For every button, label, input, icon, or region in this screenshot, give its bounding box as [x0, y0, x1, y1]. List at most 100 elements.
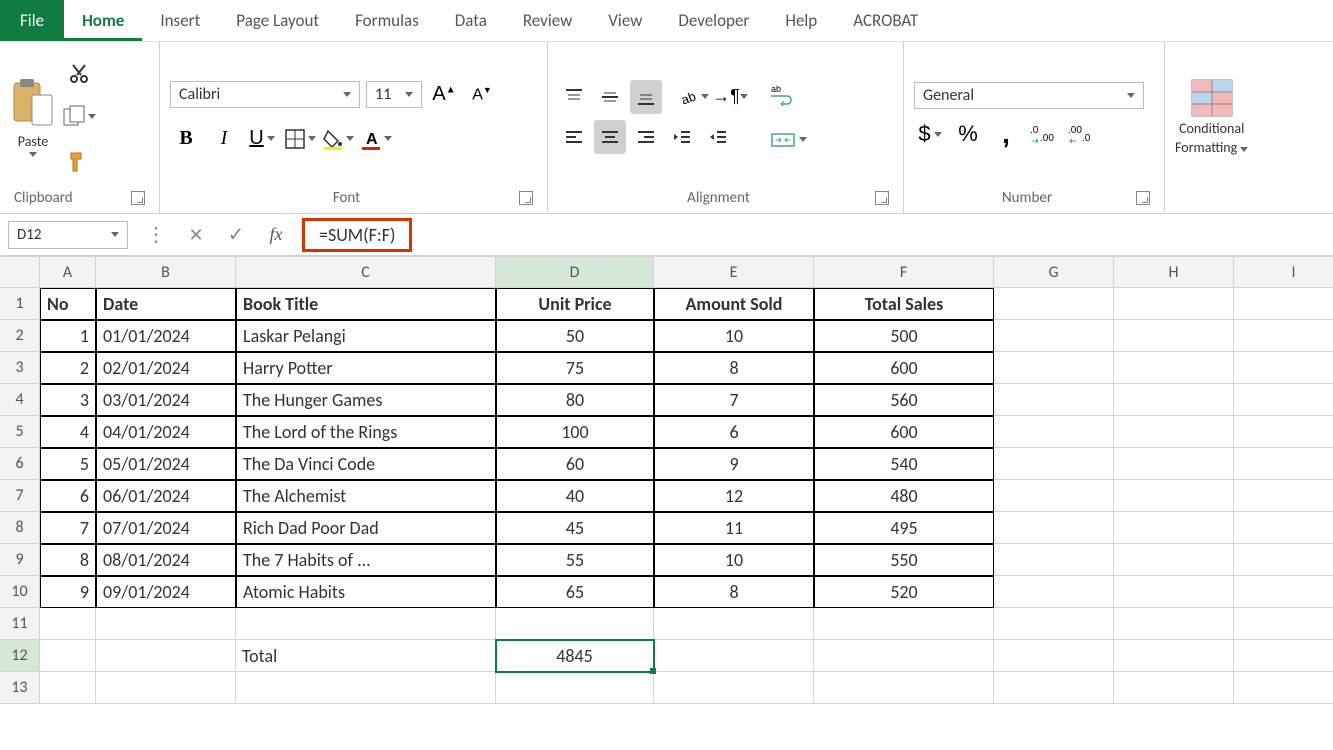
paste-button[interactable]: Paste — [10, 77, 56, 157]
cell-B9[interactable]: 08/01/2024 — [96, 544, 236, 576]
tab-file[interactable]: File — [0, 0, 64, 41]
cell-B1[interactable]: Date — [96, 288, 236, 320]
dialog-launcher[interactable] — [875, 191, 889, 205]
cell-C9[interactable]: The 7 Habits of ... — [236, 544, 496, 576]
tab-home[interactable]: Home — [64, 0, 142, 41]
cell-I5[interactable] — [1234, 416, 1333, 448]
cell-A2[interactable]: 1 — [40, 320, 96, 352]
cell-C5[interactable]: The Lord of the Rings — [236, 416, 496, 448]
show-formatting-button[interactable]: →¶ — [714, 80, 746, 114]
cell-C7[interactable]: The Alchemist — [236, 480, 496, 512]
increase-indent-button[interactable] — [702, 120, 734, 154]
row-header-3[interactable]: 3 — [0, 352, 40, 384]
cell-I12[interactable] — [1234, 640, 1333, 672]
align-right-button[interactable] — [630, 120, 662, 154]
col-header-F[interactable]: F — [814, 256, 994, 288]
insert-function-button[interactable]: fx — [256, 214, 296, 255]
comma-button[interactable]: , — [990, 117, 1022, 151]
cell-C6[interactable]: The Da Vinci Code — [236, 448, 496, 480]
cell-H12[interactable] — [1114, 640, 1234, 672]
col-header-I[interactable]: I — [1234, 256, 1333, 288]
cell-I9[interactable] — [1234, 544, 1333, 576]
fill-color-button[interactable] — [322, 122, 354, 156]
align-left-button[interactable] — [558, 120, 590, 154]
cell-C1[interactable]: Book Title — [236, 288, 496, 320]
row-header-5[interactable]: 5 — [0, 416, 40, 448]
row-header-7[interactable]: 7 — [0, 480, 40, 512]
row-header-10[interactable]: 10 — [0, 576, 40, 608]
cell-D2[interactable]: 50 — [496, 320, 654, 352]
formula-more-button[interactable]: ⋮ — [136, 214, 176, 255]
cell-E13[interactable] — [654, 672, 814, 704]
orientation-button[interactable]: ab — [678, 80, 710, 114]
cell-A8[interactable]: 7 — [40, 512, 96, 544]
borders-button[interactable] — [284, 122, 316, 156]
font-name-select[interactable]: Calibri — [170, 81, 360, 108]
cell-B11[interactable] — [96, 608, 236, 640]
cell-E11[interactable] — [654, 608, 814, 640]
cell-I13[interactable] — [1234, 672, 1333, 704]
cell-F6[interactable]: 540 — [814, 448, 994, 480]
italic-button[interactable]: I — [208, 122, 240, 156]
cell-E12[interactable] — [654, 640, 814, 672]
tab-help[interactable]: Help — [767, 0, 835, 41]
cell-F9[interactable]: 550 — [814, 544, 994, 576]
cell-F12[interactable] — [814, 640, 994, 672]
decrease-decimal-button[interactable]: .00.0 — [1066, 117, 1098, 151]
cell-C10[interactable]: Atomic Habits — [236, 576, 496, 608]
cell-C13[interactable] — [236, 672, 496, 704]
cell-B4[interactable]: 03/01/2024 — [96, 384, 236, 416]
format-painter-button[interactable] — [62, 144, 96, 178]
conditional-formatting-button[interactable]: Conditional Formatting — [1175, 78, 1248, 156]
cell-A6[interactable]: 5 — [40, 448, 96, 480]
cell-B10[interactable]: 09/01/2024 — [96, 576, 236, 608]
cell-C3[interactable]: Harry Potter — [236, 352, 496, 384]
cell-H3[interactable] — [1114, 352, 1234, 384]
cell-H7[interactable] — [1114, 480, 1234, 512]
cell-G5[interactable] — [994, 416, 1114, 448]
col-header-D[interactable]: D — [496, 256, 654, 288]
cell-C8[interactable]: Rich Dad Poor Dad — [236, 512, 496, 544]
cell-A1[interactable]: No — [40, 288, 96, 320]
cell-G4[interactable] — [994, 384, 1114, 416]
cell-B5[interactable]: 04/01/2024 — [96, 416, 236, 448]
dialog-launcher[interactable] — [1136, 191, 1150, 205]
col-header-B[interactable]: B — [96, 256, 236, 288]
cell-D3[interactable]: 75 — [496, 352, 654, 384]
col-header-A[interactable]: A — [40, 256, 96, 288]
cell-F13[interactable] — [814, 672, 994, 704]
row-header-9[interactable]: 9 — [0, 544, 40, 576]
cut-button[interactable] — [62, 56, 96, 90]
cell-I11[interactable] — [1234, 608, 1333, 640]
cell-H2[interactable] — [1114, 320, 1234, 352]
tab-view[interactable]: View — [590, 0, 660, 41]
cell-D8[interactable]: 45 — [496, 512, 654, 544]
cell-F4[interactable]: 560 — [814, 384, 994, 416]
cell-D4[interactable]: 80 — [496, 384, 654, 416]
cell-E7[interactable]: 12 — [654, 480, 814, 512]
increase-decimal-button[interactable]: .0.00 — [1028, 117, 1060, 151]
cell-I7[interactable] — [1234, 480, 1333, 512]
worksheet-grid[interactable]: ABCDEFGHI1NoDateBook TitleUnit PriceAmou… — [0, 256, 1333, 704]
cell-D9[interactable]: 55 — [496, 544, 654, 576]
cell-B7[interactable]: 06/01/2024 — [96, 480, 236, 512]
row-header-1[interactable]: 1 — [0, 288, 40, 320]
cell-D11[interactable] — [496, 608, 654, 640]
row-header-13[interactable]: 13 — [0, 672, 40, 704]
tab-acrobat[interactable]: ACROBAT — [835, 0, 936, 41]
cell-H4[interactable] — [1114, 384, 1234, 416]
tab-page-layout[interactable]: Page Layout — [218, 0, 337, 41]
tab-data[interactable]: Data — [437, 0, 505, 41]
cell-A13[interactable] — [40, 672, 96, 704]
formula-cancel-button[interactable]: ✕ — [176, 214, 216, 255]
cell-G7[interactable] — [994, 480, 1114, 512]
cell-H6[interactable] — [1114, 448, 1234, 480]
cell-H13[interactable] — [1114, 672, 1234, 704]
cell-E8[interactable]: 11 — [654, 512, 814, 544]
col-header-C[interactable]: C — [236, 256, 496, 288]
tab-developer[interactable]: Developer — [660, 0, 767, 41]
cell-E5[interactable]: 6 — [654, 416, 814, 448]
font-size-select[interactable]: 11 — [366, 81, 422, 108]
cell-I1[interactable] — [1234, 288, 1333, 320]
decrease-indent-button[interactable] — [666, 120, 698, 154]
